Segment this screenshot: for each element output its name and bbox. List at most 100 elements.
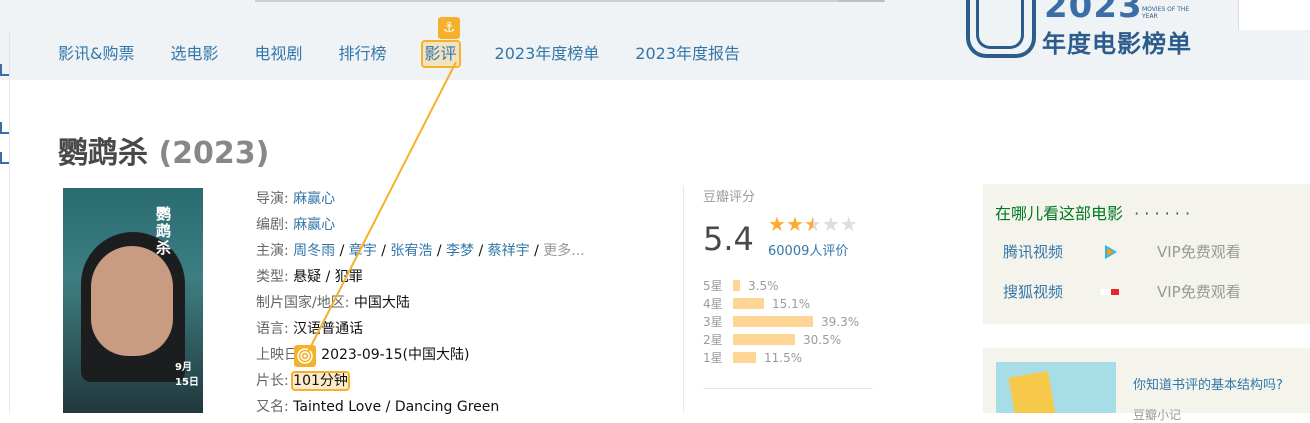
- badge-subtitle: MOVIES OF THE YEAR: [1142, 6, 1190, 20]
- nav-explore-movies[interactable]: 选电影: [170, 42, 218, 66]
- nav-annual-report[interactable]: 2023年度报告: [635, 42, 740, 66]
- nav-tickets[interactable]: 影讯&购票: [58, 42, 134, 66]
- rating-bar-label: 1星: [703, 351, 723, 365]
- provider-tencent-link[interactable]: 腾讯视频: [1003, 243, 1063, 261]
- info-director: 导演: 麻赢心: [256, 191, 336, 207]
- writer-label: 编剧: [256, 217, 284, 233]
- provider-sohu-link[interactable]: 搜狐视频: [1003, 283, 1063, 301]
- rating-bar-row: 4星 15.1%: [703, 296, 859, 312]
- star-empty-icon: ★: [839, 212, 858, 236]
- rating-stars: ★ ★ ★ ★ ★: [768, 214, 858, 234]
- rating-bar-row: 1星 11.5%: [703, 350, 859, 366]
- nav-annual-list[interactable]: 2023年度榜单: [495, 42, 600, 66]
- watch-title-text: 在哪儿看这部电影: [995, 204, 1124, 223]
- top-navigation-bar: 影讯&购票 选电影 电视剧 排行榜 影评 2023年度榜单 2023年度报告 2…: [0, 0, 1310, 80]
- country-value: 中国大陆: [353, 295, 410, 311]
- info-cast: 主演: 周冬雨 / 章宇 / 张宥浩 / 李梦 / 蔡祥宇 / 更多...: [256, 243, 585, 259]
- star-icon: ★: [785, 212, 804, 236]
- page-title: 鹦鹉杀 (2023): [58, 128, 269, 172]
- genre-label: 类型: [256, 269, 284, 285]
- edge-line: [9, 30, 10, 413]
- annual-list-banner[interactable]: 2023 MOVIES OF THE YEAR 年度电影榜单: [966, 0, 1191, 60]
- director-label: 导演: [256, 191, 284, 207]
- info-country: 制片国家/地区: 中国大陆: [256, 295, 410, 311]
- rating-bar-percent: 11.5%: [764, 350, 803, 365]
- cast-link-3[interactable]: 张宥浩: [390, 243, 432, 259]
- info-genre: 类型: 悬疑 / 犯罪: [256, 269, 363, 285]
- rating-divider: [703, 388, 873, 389]
- rating-bar-row: 2星 30.5%: [703, 332, 859, 348]
- left-edge-marks: [0, 30, 10, 413]
- info-runtime: 片长: 101分钟: [256, 371, 350, 391]
- nav-charts[interactable]: 排行榜: [339, 42, 387, 66]
- rating-bar-percent: 15.1%: [772, 296, 811, 311]
- rating-bar-label: 3星: [703, 315, 723, 329]
- search-button-edge[interactable]: [838, 0, 884, 2]
- movie-title: 鹦鹉杀: [58, 136, 148, 171]
- cast-more-link[interactable]: 更多...: [543, 243, 584, 259]
- cast-link-4[interactable]: 李梦: [446, 243, 474, 259]
- provider-tencent-vip: VIP免费观看: [1157, 243, 1241, 261]
- poster-date-text: 9月15日: [175, 362, 199, 388]
- rating-bar-label: 4星: [703, 297, 723, 311]
- rating-bar-label: 5星: [703, 279, 723, 293]
- watch-title: 在哪儿看这部电影 · · · · · ·: [995, 200, 1190, 224]
- country-label: 制片国家/地区: [256, 295, 345, 311]
- promo-link[interactable]: 你知道书评的基本结构吗?: [1133, 374, 1283, 393]
- movie-poster[interactable]: 鹦鹉杀 9月15日: [63, 188, 203, 413]
- movie-info: 导演: 麻赢心 编剧: 麻赢心 主演: 周冬雨 / 章宇 / 张宥浩 / 李梦 …: [256, 186, 585, 420]
- watch-title-dots: · · · · · ·: [1134, 204, 1191, 223]
- tencent-video-icon: [1105, 245, 1117, 259]
- provider-sohu-vip: VIP免费观看: [1157, 283, 1241, 301]
- cast-label: 主演: [256, 243, 284, 259]
- rating-bar-label: 2星: [703, 333, 723, 347]
- rating-label: 豆瓣评分: [703, 190, 756, 205]
- nav-reviews[interactable]: 影评: [420, 40, 461, 68]
- rating-panel: 豆瓣评分 5.4 ★ ★ ★ ★ ★ 60009人评价 5星 3.5% 4星 15.1…: [703, 186, 893, 365]
- account-area-edge: [1238, 0, 1310, 30]
- movie-year: (2023): [158, 136, 270, 171]
- secondary-nav: 影讯&购票 选电影 电视剧 排行榜 影评 2023年度榜单 2023年度报告: [58, 40, 776, 68]
- writer-link[interactable]: 麻赢心: [293, 217, 335, 233]
- rating-bar-row: 5星 3.5%: [703, 278, 859, 294]
- votes-link[interactable]: 60009人评价: [768, 240, 848, 259]
- rating-score: 5.4: [703, 220, 754, 258]
- info-aka: 又名: Tainted Love / Dancing Green: [256, 399, 500, 415]
- watch-provider-row[interactable]: 搜狐视频 VIP免费观看: [1003, 280, 1303, 304]
- rating-distribution: 5星 3.5% 4星 15.1% 3星 39.3% 2星 30.5% 1星 11.5%: [703, 278, 859, 368]
- rating-bar: [733, 352, 756, 363]
- genre-value: 悬疑 / 犯罪: [293, 269, 363, 285]
- cast-link-1[interactable]: 周冬雨: [293, 243, 335, 259]
- search-bar-edge[interactable]: [255, 0, 885, 2]
- target-icon: [294, 345, 316, 367]
- promo-illustration: [1008, 370, 1056, 413]
- watch-provider-row[interactable]: 腾讯视频 VIP免费观看: [1003, 240, 1303, 264]
- promo-image[interactable]: [996, 362, 1116, 413]
- rating-bar: [733, 334, 795, 345]
- rating-bar: [733, 316, 813, 327]
- star-empty-icon: ★: [821, 212, 840, 236]
- badge-year: 2023: [1044, 0, 1143, 26]
- badge-title: 年度电影榜单: [1042, 30, 1192, 58]
- sohu-video-icon: [1099, 287, 1121, 297]
- section-divider: [683, 186, 684, 413]
- info-writer: 编剧: 麻赢心: [256, 217, 336, 233]
- cast-link-5[interactable]: 蔡祥宇: [488, 243, 530, 259]
- star-icon: ★: [768, 212, 786, 236]
- rating-bar-row: 3星 39.3%: [703, 314, 859, 330]
- info-language: 语言: 汉语普通话: [256, 321, 364, 337]
- badge-logo-inner: [976, 0, 1024, 49]
- promo-subtitle: 豆瓣小记: [1133, 408, 1182, 422]
- poster-face: [91, 246, 173, 356]
- language-label: 语言: [256, 321, 284, 337]
- poster-title-text: 鹦鹉杀: [154, 206, 172, 257]
- release-value: 2023-09-15(中国大陆): [321, 347, 470, 363]
- runtime-label: 片长: [256, 373, 284, 389]
- language-value: 汉语普通话: [293, 321, 364, 337]
- cast-link-2[interactable]: 章宇: [349, 243, 377, 259]
- director-link[interactable]: 麻赢心: [293, 191, 335, 207]
- where-to-watch-panel: 在哪儿看这部电影 · · · · · · 腾讯视频 VIP免费观看 搜狐视频 V…: [983, 184, 1310, 324]
- promo-card[interactable]: 你知道书评的基本结构吗? 豆瓣小记: [983, 348, 1310, 422]
- star-half-icon: ★: [803, 212, 822, 236]
- nav-tv[interactable]: 电视剧: [255, 42, 303, 66]
